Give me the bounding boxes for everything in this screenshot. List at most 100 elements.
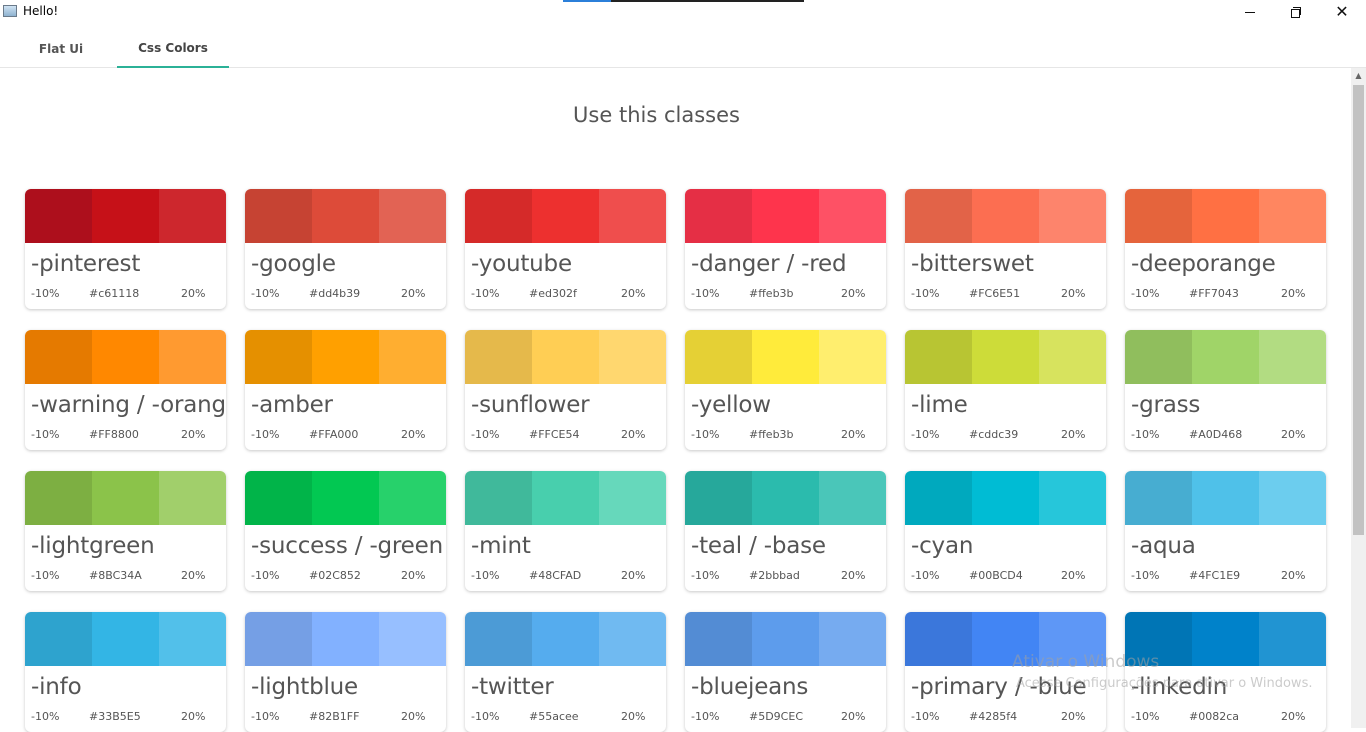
swatch-darker[interactable] bbox=[245, 330, 312, 384]
maximize-button[interactable] bbox=[1273, 0, 1319, 24]
swatch-base[interactable] bbox=[1192, 612, 1259, 666]
swatch-lighter[interactable] bbox=[1259, 612, 1326, 666]
swatch-base[interactable] bbox=[92, 471, 159, 525]
swatch-lighter[interactable] bbox=[159, 330, 226, 384]
scroll-up-icon[interactable]: ▲ bbox=[1351, 68, 1366, 83]
color-card[interactable]: -linkedin -10% #0082ca 20% bbox=[1125, 612, 1326, 732]
color-card[interactable]: -danger / -red -10% #ffeb3b 20% bbox=[685, 189, 886, 309]
swatch-lighter[interactable] bbox=[1039, 471, 1106, 525]
swatch-darker[interactable] bbox=[905, 612, 972, 666]
swatch-lighter[interactable] bbox=[1259, 330, 1326, 384]
color-card[interactable]: -pinterest -10% #c61118 20% bbox=[25, 189, 226, 309]
color-card[interactable]: -sunflower -10% #FFCE54 20% bbox=[465, 330, 666, 450]
swatch-base[interactable] bbox=[1192, 330, 1259, 384]
swatch-darker[interactable] bbox=[465, 612, 532, 666]
swatch-darker[interactable] bbox=[905, 471, 972, 525]
color-card[interactable]: -lime -10% #cddc39 20% bbox=[905, 330, 1106, 450]
swatch-lighter[interactable] bbox=[159, 471, 226, 525]
color-card[interactable]: -youtube -10% #ed302f 20% bbox=[465, 189, 666, 309]
swatch-lighter[interactable] bbox=[599, 471, 666, 525]
swatch-base[interactable] bbox=[752, 330, 819, 384]
color-card[interactable]: -info -10% #33B5E5 20% bbox=[25, 612, 226, 732]
swatch-darker[interactable] bbox=[25, 189, 92, 243]
swatch-darker[interactable] bbox=[465, 330, 532, 384]
swatch-darker[interactable] bbox=[685, 330, 752, 384]
color-card[interactable]: -amber -10% #FFA000 20% bbox=[245, 330, 446, 450]
swatch-darker[interactable] bbox=[465, 471, 532, 525]
scrollbar-thumb[interactable] bbox=[1353, 85, 1364, 535]
tab-css-colors[interactable]: Css Colors bbox=[117, 30, 229, 68]
swatch-lighter[interactable] bbox=[379, 612, 446, 666]
swatch-lighter[interactable] bbox=[1039, 189, 1106, 243]
color-card[interactable]: -aqua -10% #4FC1E9 20% bbox=[1125, 471, 1326, 591]
swatch-darker[interactable] bbox=[905, 189, 972, 243]
swatch-base[interactable] bbox=[972, 189, 1039, 243]
swatch-darker[interactable] bbox=[1125, 330, 1192, 384]
swatch-darker[interactable] bbox=[25, 330, 92, 384]
swatch-lighter[interactable] bbox=[599, 612, 666, 666]
minimize-button[interactable] bbox=[1227, 0, 1273, 24]
swatch-base[interactable] bbox=[532, 471, 599, 525]
swatch-darker[interactable] bbox=[25, 471, 92, 525]
color-card[interactable]: -lightblue -10% #82B1FF 20% bbox=[245, 612, 446, 732]
swatch-base[interactable] bbox=[312, 612, 379, 666]
color-card[interactable]: -teal / -base -10% #2bbbad 20% bbox=[685, 471, 886, 591]
swatch-lighter[interactable] bbox=[819, 330, 886, 384]
swatch-base[interactable] bbox=[312, 189, 379, 243]
color-card[interactable]: -grass -10% #A0D468 20% bbox=[1125, 330, 1326, 450]
color-card[interactable]: -yellow -10% #ffeb3b 20% bbox=[685, 330, 886, 450]
swatch-lighter[interactable] bbox=[159, 612, 226, 666]
vertical-scrollbar[interactable]: ▲ bbox=[1351, 68, 1366, 728]
swatch-base[interactable] bbox=[312, 330, 379, 384]
swatch-darker[interactable] bbox=[245, 189, 312, 243]
swatch-lighter[interactable] bbox=[159, 189, 226, 243]
swatch-lighter[interactable] bbox=[819, 189, 886, 243]
swatch-darker[interactable] bbox=[1125, 189, 1192, 243]
swatch-lighter[interactable] bbox=[819, 612, 886, 666]
color-card[interactable]: -twitter -10% #55acee 20% bbox=[465, 612, 666, 732]
swatch-lighter[interactable] bbox=[379, 189, 446, 243]
color-card[interactable]: -lightgreen -10% #8BC34A 20% bbox=[25, 471, 226, 591]
color-card[interactable]: -success / -green -10% #02C852 20% bbox=[245, 471, 446, 591]
color-card[interactable]: -primary / -blue -10% #4285f4 20% bbox=[905, 612, 1106, 732]
swatch-lighter[interactable] bbox=[379, 471, 446, 525]
swatch-base[interactable] bbox=[752, 612, 819, 666]
color-card[interactable]: -mint -10% #48CFAD 20% bbox=[465, 471, 666, 591]
swatch-darker[interactable] bbox=[685, 189, 752, 243]
swatch-base[interactable] bbox=[1192, 471, 1259, 525]
swatch-darker[interactable] bbox=[245, 471, 312, 525]
swatch-base[interactable] bbox=[92, 612, 159, 666]
swatch-darker[interactable] bbox=[465, 189, 532, 243]
swatch-lighter[interactable] bbox=[599, 189, 666, 243]
swatch-darker[interactable] bbox=[905, 330, 972, 384]
tab-flat-ui[interactable]: Flat Ui bbox=[5, 30, 117, 68]
close-button[interactable]: ✕ bbox=[1319, 0, 1365, 24]
swatch-base[interactable] bbox=[752, 471, 819, 525]
swatch-base[interactable] bbox=[92, 330, 159, 384]
swatch-base[interactable] bbox=[752, 189, 819, 243]
color-card[interactable]: -bitterswet -10% #FC6E51 20% bbox=[905, 189, 1106, 309]
swatch-darker[interactable] bbox=[685, 471, 752, 525]
color-card[interactable]: -google -10% #dd4b39 20% bbox=[245, 189, 446, 309]
swatch-darker[interactable] bbox=[685, 612, 752, 666]
swatch-base[interactable] bbox=[532, 189, 599, 243]
swatch-base[interactable] bbox=[972, 330, 1039, 384]
color-card[interactable]: -cyan -10% #00BCD4 20% bbox=[905, 471, 1106, 591]
swatch-base[interactable] bbox=[532, 612, 599, 666]
swatch-darker[interactable] bbox=[1125, 471, 1192, 525]
swatch-lighter[interactable] bbox=[379, 330, 446, 384]
swatch-base[interactable] bbox=[972, 471, 1039, 525]
swatch-lighter[interactable] bbox=[1259, 471, 1326, 525]
swatch-base[interactable] bbox=[312, 471, 379, 525]
swatch-base[interactable] bbox=[92, 189, 159, 243]
swatch-lighter[interactable] bbox=[1259, 189, 1326, 243]
swatch-lighter[interactable] bbox=[1039, 330, 1106, 384]
color-card[interactable]: -deeporange -10% #FF7043 20% bbox=[1125, 189, 1326, 309]
swatch-lighter[interactable] bbox=[599, 330, 666, 384]
swatch-lighter[interactable] bbox=[819, 471, 886, 525]
swatch-darker[interactable] bbox=[25, 612, 92, 666]
swatch-base[interactable] bbox=[532, 330, 599, 384]
color-card[interactable]: -bluejeans -10% #5D9CEC 20% bbox=[685, 612, 886, 732]
swatch-darker[interactable] bbox=[245, 612, 312, 666]
color-card[interactable]: -warning / -orange -10% #FF8800 20% bbox=[25, 330, 226, 450]
